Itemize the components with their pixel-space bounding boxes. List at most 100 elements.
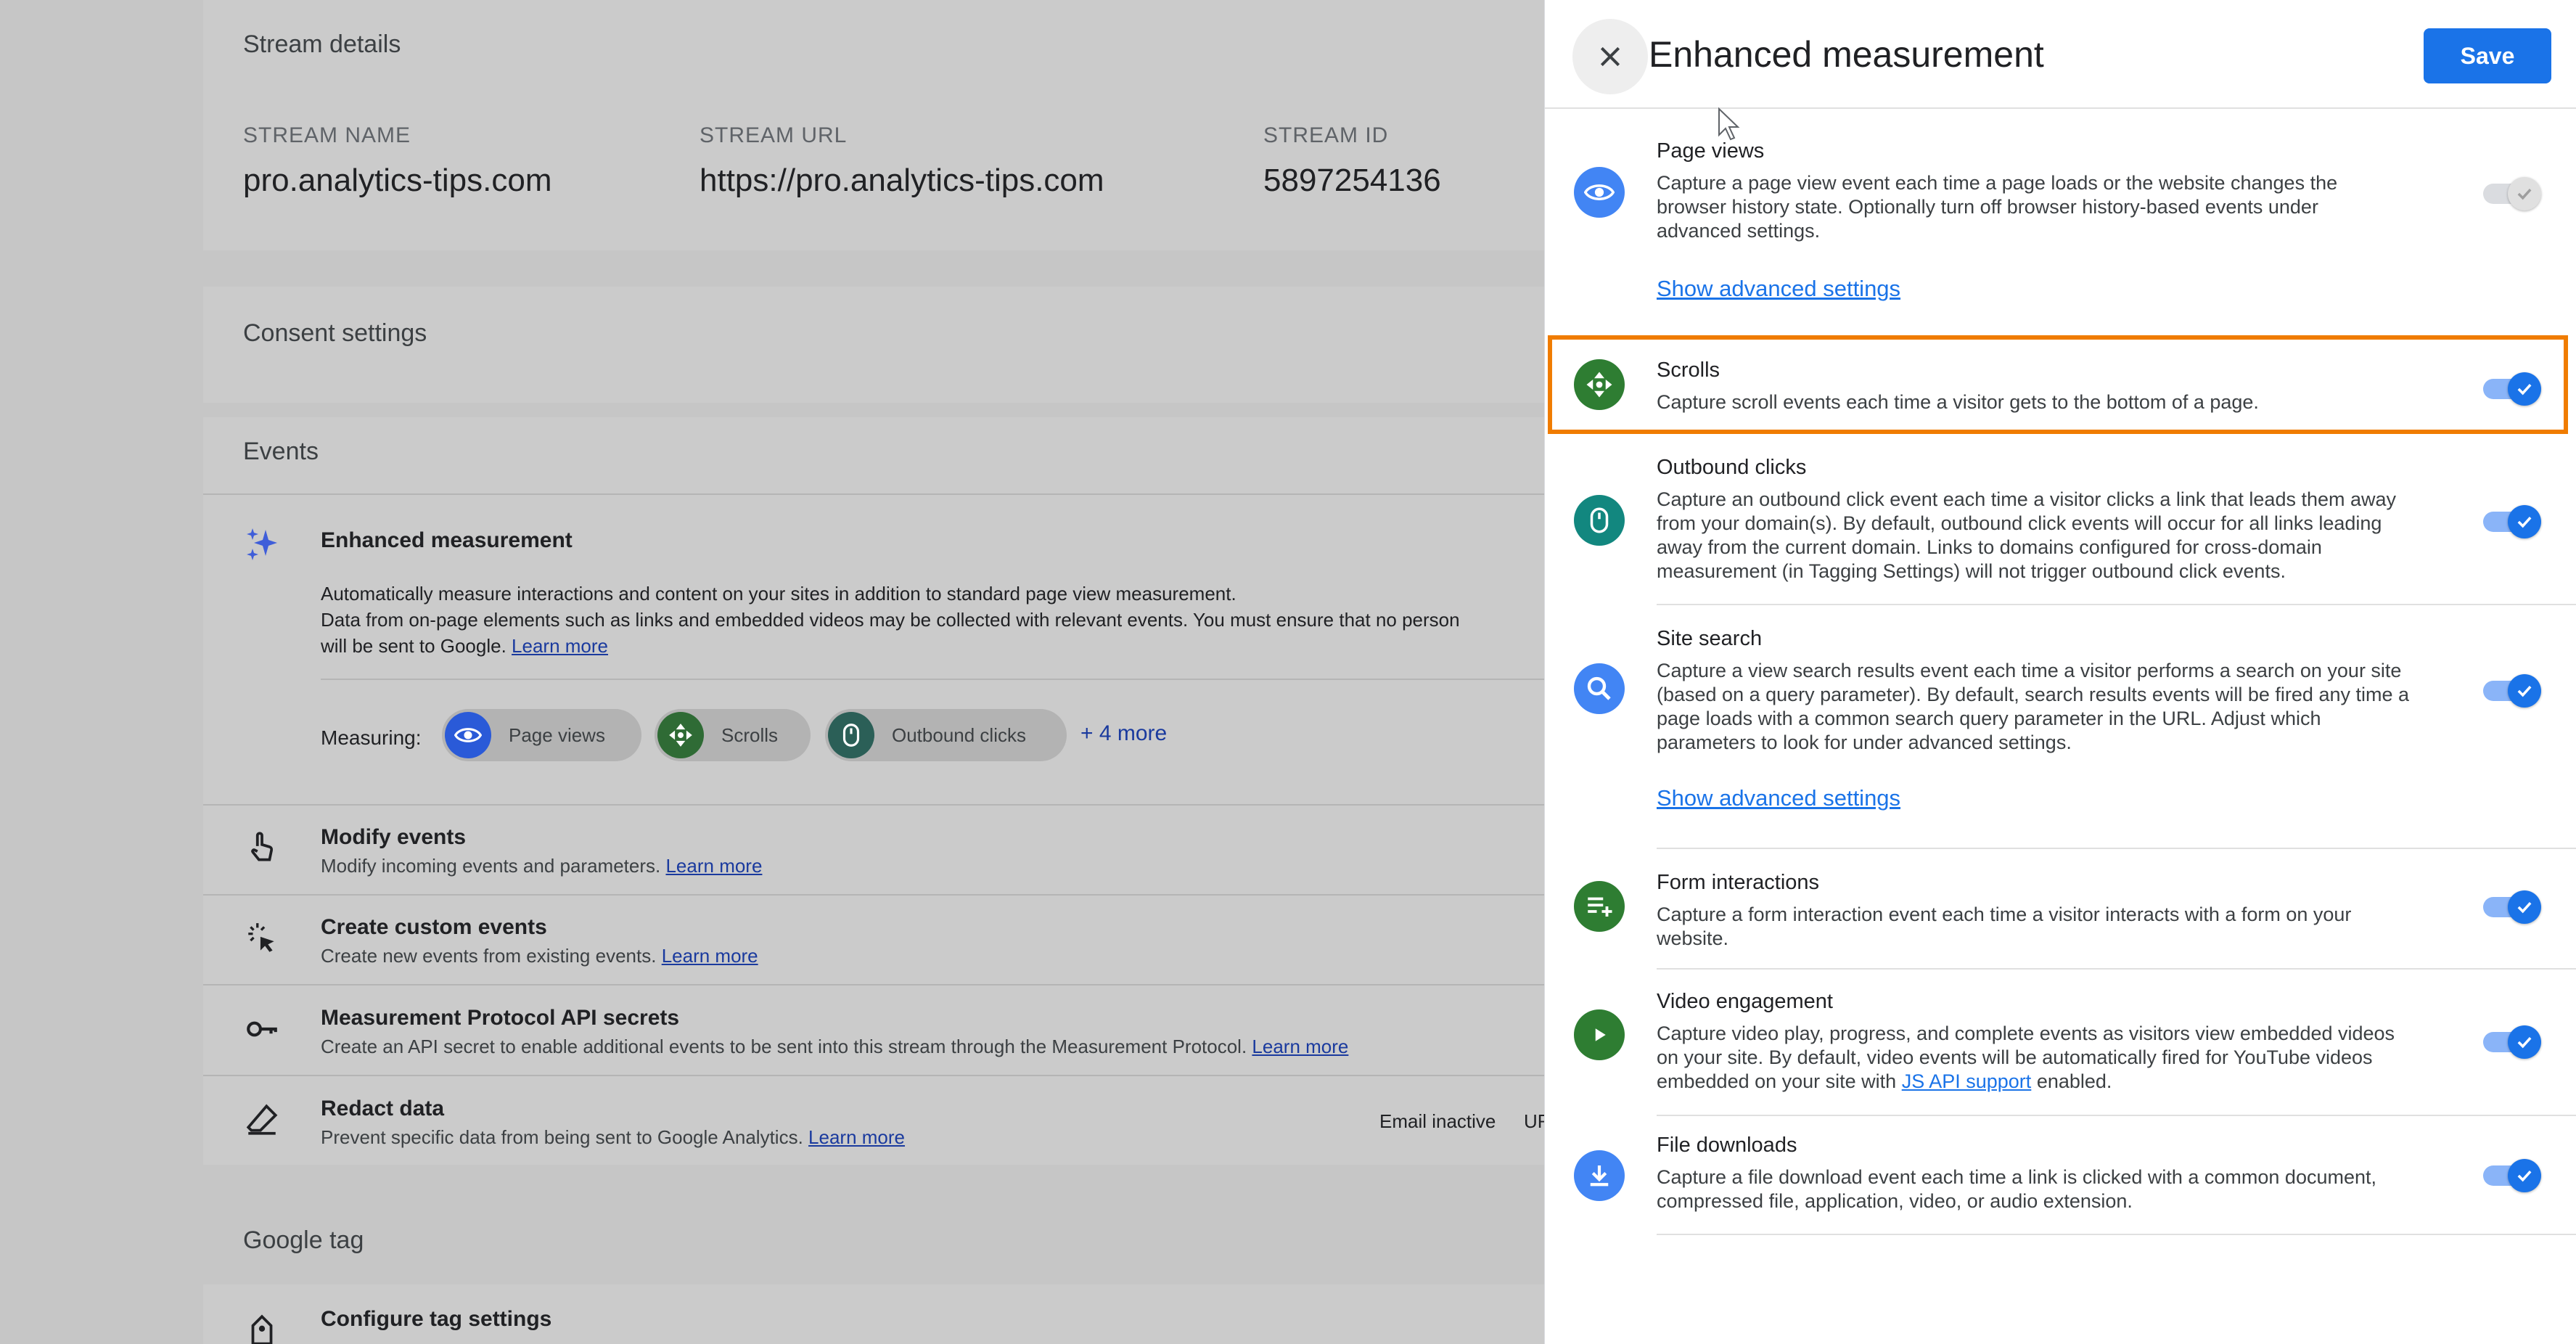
- video-engagement-desc-2: on your site. By default, video events w…: [1657, 1046, 2373, 1068]
- divider: [1545, 107, 2576, 109]
- modify-events-title[interactable]: Modify events: [321, 825, 466, 850]
- mp-api-secrets-title[interactable]: Measurement Protocol API secrets: [321, 1006, 679, 1030]
- play-icon: [1574, 1009, 1625, 1060]
- outbound-clicks-toggle[interactable]: [2482, 504, 2544, 540]
- outbound-clicks-desc-2: from your domain(s). By default, outboun…: [1657, 512, 2382, 534]
- chip-scrolls: Scrolls: [655, 709, 811, 761]
- enhanced-desc-line3-text: will be sent to Google.: [321, 635, 506, 657]
- stream-id-label: STREAM ID: [1263, 123, 1389, 147]
- enhanced-learn-more-link[interactable]: Learn more: [512, 635, 608, 657]
- page-views-desc-1: Capture a page view event each time a pa…: [1657, 172, 2338, 194]
- show-advanced-settings-link[interactable]: Show advanced settings: [1657, 785, 1900, 811]
- chip-outbound-clicks: Outbound clicks: [825, 709, 1067, 761]
- toggle-knob: [2508, 1025, 2541, 1059]
- download-icon: [1574, 1150, 1625, 1201]
- page-views-toggle[interactable]: [2482, 176, 2544, 212]
- outbound-clicks-title: Outbound clicks: [1657, 456, 1807, 479]
- redact-email-status: Email inactive: [1379, 1110, 1496, 1132]
- mouse-icon: [1574, 495, 1625, 546]
- redact-data-desc: Prevent specific data from being sent to…: [321, 1126, 905, 1149]
- mp-api-secrets-learn-more[interactable]: Learn more: [1252, 1036, 1348, 1057]
- show-advanced-settings-link[interactable]: Show advanced settings: [1657, 276, 1900, 302]
- enhanced-desc-line1: Automatically measure interactions and c…: [321, 583, 1236, 605]
- divider: [1657, 968, 2576, 970]
- enhanced-desc-line3: will be sent to Google. Learn more: [321, 633, 608, 659]
- video-desc-text: embedded on your site with: [1657, 1070, 1902, 1092]
- site-search-desc-4: parameters to look for under advanced se…: [1657, 732, 2072, 753]
- scroll-arrows-icon: [1574, 359, 1625, 410]
- consent-settings-title[interactable]: Consent settings: [243, 319, 427, 348]
- enhanced-measurement-drawer: Enhanced measurement Save Page views Cap…: [1544, 0, 2576, 1344]
- configure-tag-settings[interactable]: Configure tag settings: [321, 1307, 551, 1332]
- toggle-knob: [2508, 674, 2541, 708]
- modify-events-desc-text: Modify incoming events and parameters.: [321, 855, 661, 877]
- form-interactions-desc-2: website.: [1657, 927, 1729, 949]
- page-views-desc-2: browser history state. Optionally turn o…: [1657, 196, 2318, 218]
- eye-icon: [445, 712, 491, 758]
- site-search-toggle[interactable]: [2482, 673, 2544, 709]
- divider: [321, 679, 1544, 680]
- scrolls-highlight-box: [1548, 335, 2568, 434]
- create-custom-events-title[interactable]: Create custom events: [321, 915, 547, 940]
- key-icon: [244, 1011, 280, 1047]
- save-button[interactable]: Save: [2424, 28, 2551, 83]
- check-icon: [2517, 188, 2532, 200]
- file-downloads-title: File downloads: [1657, 1134, 1797, 1157]
- divider: [203, 493, 1544, 495]
- divider: [1657, 1115, 2576, 1116]
- more-chips-link[interactable]: + 4 more: [1080, 721, 1167, 746]
- tag-icon: [244, 1314, 280, 1344]
- scrolls-toggle[interactable]: [2482, 371, 2544, 407]
- file-downloads-desc-2: compressed file, application, video, or …: [1657, 1190, 2133, 1212]
- toggle-knob: [2508, 177, 2541, 210]
- js-api-support-link[interactable]: JS API support: [1902, 1070, 2032, 1092]
- form-interactions-toggle[interactable]: [2482, 889, 2544, 925]
- create-custom-events-learn-more[interactable]: Learn more: [662, 945, 758, 967]
- toggle-knob: [2508, 1159, 2541, 1192]
- stream-url-value: https://pro.analytics-tips.com: [700, 163, 1104, 198]
- create-custom-events-desc: Create new events from existing events. …: [321, 945, 758, 967]
- outbound-clicks-desc-1: Capture an outbound click event each tim…: [1657, 488, 2397, 510]
- stream-url-label: STREAM URL: [700, 123, 848, 147]
- divider: [203, 1075, 1544, 1076]
- eye-icon: [1574, 167, 1625, 218]
- scrolls-title: Scrolls: [1657, 358, 1720, 382]
- drawer-title: Enhanced measurement: [1649, 34, 2044, 75]
- chip-label: Outbound clicks: [892, 724, 1026, 746]
- chip-page-views: Page views: [442, 709, 641, 761]
- site-search-desc-3: page loads with a common search query pa…: [1657, 708, 2321, 729]
- close-icon: [1600, 46, 1620, 67]
- divider: [1657, 848, 2576, 849]
- eraser-icon: [244, 1102, 280, 1138]
- file-downloads-desc-1: Capture a file download event each time …: [1657, 1166, 2376, 1188]
- redact-data-title[interactable]: Redact data: [321, 1097, 444, 1121]
- chip-label: Page views: [509, 724, 605, 746]
- measuring-label: Measuring:: [321, 726, 422, 749]
- create-custom-events-desc-text: Create new events from existing events.: [321, 945, 657, 967]
- close-button[interactable]: [1572, 19, 1648, 94]
- video-desc-text-end: enabled.: [2031, 1070, 2112, 1092]
- file-downloads-toggle[interactable]: [2482, 1157, 2544, 1194]
- outbound-clicks-desc-3: away from the current domain. Links to d…: [1657, 536, 2322, 558]
- modify-events-learn-more[interactable]: Learn more: [665, 855, 762, 877]
- form-list-icon: [1574, 881, 1625, 932]
- search-icon: [1574, 663, 1625, 714]
- toggle-knob: [2508, 505, 2541, 538]
- redact-data-learn-more[interactable]: Learn more: [808, 1126, 905, 1148]
- mp-api-secrets-desc-text: Create an API secret to enable additiona…: [321, 1036, 1247, 1057]
- video-engagement-desc-3: embedded on your site with JS API suppor…: [1657, 1070, 2112, 1094]
- chip-label: Scrolls: [721, 724, 779, 746]
- stream-details-title: Stream details: [243, 30, 401, 58]
- page-views-desc-3: advanced settings.: [1657, 220, 1821, 242]
- divider: [203, 894, 1544, 896]
- google-tag-title: Google tag: [243, 1226, 364, 1254]
- enhanced-desc-line2: Data from on-page elements such as links…: [321, 609, 1460, 631]
- toggle-knob: [2508, 372, 2541, 406]
- stream-name-label: STREAM NAME: [243, 123, 411, 147]
- site-search-desc-2: (based on a query parameter). By default…: [1657, 684, 2410, 705]
- divider: [203, 804, 1544, 806]
- touch-hand-icon: [244, 829, 280, 866]
- mp-api-secrets-desc: Create an API secret to enable additiona…: [321, 1036, 1348, 1058]
- cursor-click-icon: [244, 920, 280, 956]
- video-engagement-toggle[interactable]: [2482, 1024, 2544, 1060]
